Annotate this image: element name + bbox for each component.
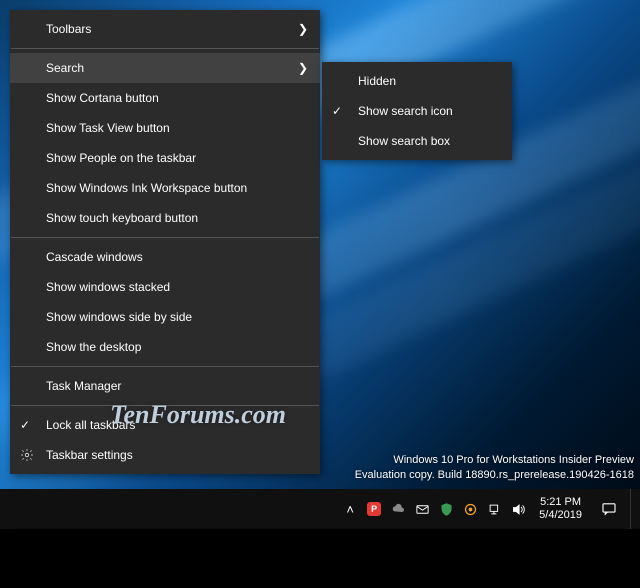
tray-defender-icon[interactable]	[437, 500, 455, 518]
menu-label: Toolbars	[46, 22, 91, 36]
tray-volume-icon[interactable]	[509, 500, 527, 518]
system-tray: ˄ P 5:21 PM 5/4/2019	[341, 489, 640, 529]
menu-toolbars[interactable]: Toolbars ❯	[10, 14, 320, 44]
menu-label: Show windows side by side	[46, 310, 192, 324]
menu-label: Taskbar settings	[46, 448, 133, 462]
menu-label: Show Cortana button	[46, 91, 159, 105]
menu-search[interactable]: Search ❯	[10, 53, 320, 83]
tray-update-icon[interactable]	[461, 500, 479, 518]
submenu-hidden[interactable]: Hidden	[322, 66, 512, 96]
menu-label: Show touch keyboard button	[46, 211, 198, 225]
submenu-show-box[interactable]: Show search box	[322, 126, 512, 156]
watermark-line1: Windows 10 Pro for Workstations Insider …	[355, 453, 634, 468]
menu-label: Hidden	[358, 74, 396, 88]
menu-lock-taskbars[interactable]: ✓ Lock all taskbars	[10, 410, 320, 440]
search-submenu: Hidden ✓ Show search icon Show search bo…	[322, 62, 512, 160]
chevron-right-icon: ❯	[298, 61, 308, 75]
menu-show-ink[interactable]: Show Windows Ink Workspace button	[10, 173, 320, 203]
show-desktop-button[interactable]	[630, 489, 636, 529]
taskbar-clock[interactable]: 5:21 PM 5/4/2019	[533, 496, 588, 521]
clock-date: 5/4/2019	[539, 509, 582, 522]
clock-time: 5:21 PM	[539, 496, 582, 509]
menu-label: Show Windows Ink Workspace button	[46, 181, 247, 195]
menu-separator	[11, 405, 319, 406]
menu-show-taskview[interactable]: Show Task View button	[10, 113, 320, 143]
chevron-right-icon: ❯	[298, 22, 308, 36]
menu-label: Show search box	[358, 134, 450, 148]
check-icon: ✓	[332, 104, 342, 118]
menu-separator	[11, 48, 319, 49]
menu-label: Show the desktop	[46, 340, 141, 354]
submenu-show-icon[interactable]: ✓ Show search icon	[322, 96, 512, 126]
menu-show-people[interactable]: Show People on the taskbar	[10, 143, 320, 173]
menu-label: Show Task View button	[46, 121, 170, 135]
menu-taskbar-settings[interactable]: Taskbar settings	[10, 440, 320, 470]
watermark-line2: Evaluation copy. Build 18890.rs_prerelea…	[355, 468, 634, 483]
taskbar[interactable]: ˄ P 5:21 PM 5/4/2019	[0, 489, 640, 529]
menu-show-cortana[interactable]: Show Cortana button	[10, 83, 320, 113]
menu-label: Cascade windows	[46, 250, 143, 264]
taskbar-context-menu: Toolbars ❯ Search ❯ Show Cortana button …	[10, 10, 320, 474]
windows-build-watermark: Windows 10 Pro for Workstations Insider …	[355, 453, 634, 483]
menu-cascade[interactable]: Cascade windows	[10, 242, 320, 272]
gear-icon	[20, 448, 34, 462]
menu-label: Task Manager	[46, 379, 121, 393]
menu-task-manager[interactable]: Task Manager	[10, 371, 320, 401]
menu-label: Show windows stacked	[46, 280, 170, 294]
tray-app-icon-red[interactable]: P	[365, 500, 383, 518]
menu-separator	[11, 366, 319, 367]
menu-show-touch-keyboard[interactable]: Show touch keyboard button	[10, 203, 320, 233]
menu-side-by-side[interactable]: Show windows side by side	[10, 302, 320, 332]
menu-label: Show People on the taskbar	[46, 151, 196, 165]
menu-show-desktop[interactable]: Show the desktop	[10, 332, 320, 362]
action-center-button[interactable]	[594, 489, 624, 529]
tray-mail-icon[interactable]	[413, 500, 431, 518]
check-icon: ✓	[20, 418, 30, 432]
menu-label: Lock all taskbars	[46, 418, 135, 432]
menu-label: Show search icon	[358, 104, 453, 118]
tray-network-icon[interactable]	[485, 500, 503, 518]
menu-separator	[11, 237, 319, 238]
menu-label: Search	[46, 61, 84, 75]
menu-stacked[interactable]: Show windows stacked	[10, 272, 320, 302]
tray-onedrive-icon[interactable]	[389, 500, 407, 518]
tray-chevron-up-icon[interactable]: ˄	[341, 500, 359, 518]
